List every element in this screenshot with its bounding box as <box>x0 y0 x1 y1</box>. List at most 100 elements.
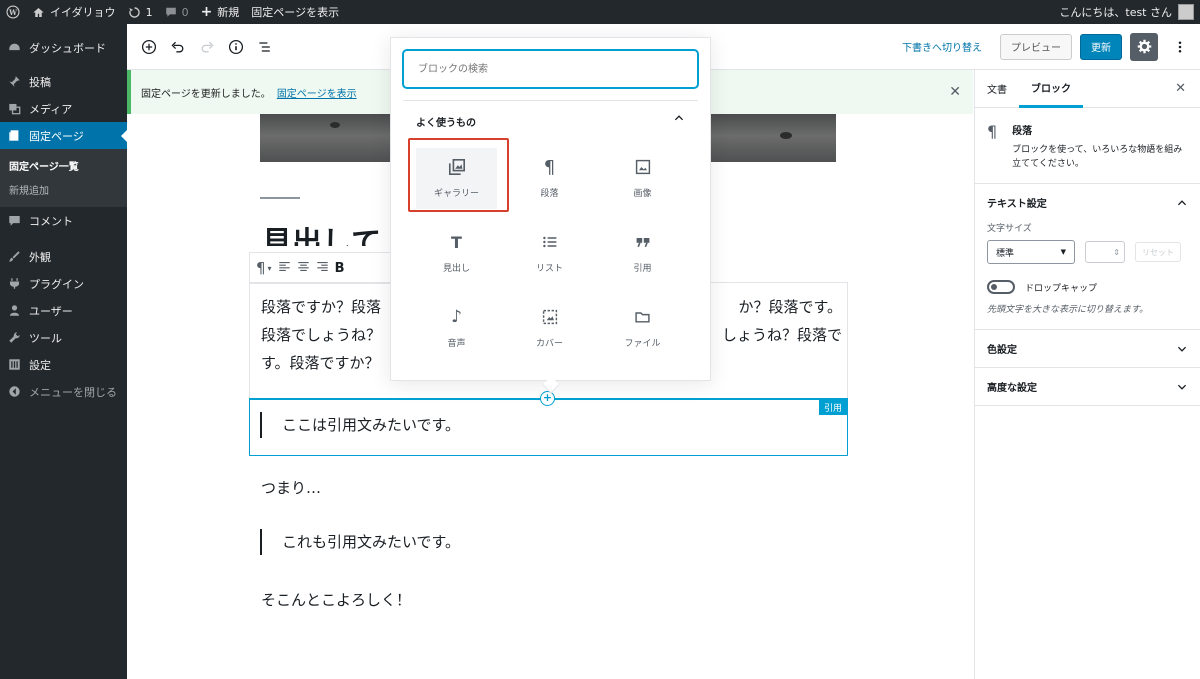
block-audio[interactable]: ♪ 音声 <box>410 290 503 365</box>
block-cover[interactable]: カバー <box>503 290 596 365</box>
sidebar-item-tools[interactable]: ツール <box>0 324 127 351</box>
block-list[interactable]: リスト <box>503 215 596 290</box>
chevron-up-icon[interactable] <box>673 112 685 127</box>
paragraph-line: か？段落です。 <box>738 298 842 316</box>
quote-block-2[interactable]: これも引用文みたいです。 <box>260 529 460 555</box>
sidebar-item-users[interactable]: ユーザー <box>0 297 127 324</box>
content-info-button[interactable] <box>222 33 250 61</box>
close-icon[interactable]: ✕ <box>1175 81 1186 96</box>
undo-button[interactable] <box>164 33 192 61</box>
notice-view-page-link[interactable]: 固定ページを表示 <box>277 85 357 100</box>
reset-button[interactable]: リセット <box>1135 242 1181 262</box>
sidebar-item-pages[interactable]: 固定ページ <box>0 122 127 149</box>
sidebar-item-appearance[interactable]: 外観 <box>0 243 127 270</box>
my-account[interactable]: こんにちは、test さん <box>1059 4 1200 20</box>
sidebar-item-settings[interactable]: 設定 <box>0 351 127 378</box>
block-file[interactable]: ファイル <box>596 290 689 365</box>
submenu-add-new[interactable]: 新規追加 <box>0 177 127 201</box>
sidebar-item-dashboard[interactable]: ダッシュボード <box>0 34 127 61</box>
comments-link[interactable]: 0 <box>159 0 195 24</box>
block-label: 画像 <box>633 189 652 199</box>
user-icon <box>7 304 21 318</box>
greeting: こんにちは、test さん <box>1059 6 1172 19</box>
paragraph-block-2[interactable]: つまり… <box>261 477 321 498</box>
block-inserter-popover: よく使うもの ギャラリー ¶ 段落 画像 T 見出し リスト 引用 ♪ <box>390 37 711 394</box>
block-type-label: 引用 <box>818 400 847 415</box>
chevron-up-icon <box>1177 199 1187 205</box>
info-icon <box>228 39 244 54</box>
gear-icon <box>1137 39 1151 54</box>
add-circle-icon <box>141 39 157 54</box>
add-block-button[interactable] <box>135 33 163 61</box>
align-center-icon[interactable] <box>297 260 310 277</box>
text-settings-panel: テキスト設定 文字サイズ 標準 ▼ ⇕ リセット ドロップキャップ 先頭文字を大… <box>975 184 1200 330</box>
undo-icon <box>171 41 184 52</box>
tab-document[interactable]: 文書 <box>975 70 1019 108</box>
view-page-link[interactable]: 固定ページを表示 <box>245 0 345 24</box>
align-left-icon[interactable] <box>278 260 291 277</box>
font-size-value: 標準 <box>996 248 1015 259</box>
block-image[interactable]: 画像 <box>596 140 689 215</box>
align-right-icon[interactable] <box>316 260 329 277</box>
new-label: 新規 <box>217 6 240 19</box>
brush-icon <box>7 250 21 264</box>
more-options-button[interactable] <box>1166 33 1194 61</box>
sidebar-item-posts[interactable]: 投稿 <box>0 68 127 95</box>
settings-icon <box>7 358 21 372</box>
settings-sidebar: 文書 ブロック ✕ ¶ 段落 ブロックを使って、いろいろな物語を組み立ててくださ… <box>974 70 1200 679</box>
block-quote[interactable]: 引用 <box>596 215 689 290</box>
quote-block[interactable]: ここは引用文みたいです。 引用 <box>249 400 848 456</box>
new-content-link[interactable]: + 新規 <box>195 0 246 24</box>
admin-sidebar: ダッシュボード 投稿 メディア 固定ページ 固定ページ一覧 新規追加 コメント … <box>0 24 127 679</box>
switch-to-draft-link[interactable]: 下書きへ切り替え <box>902 39 982 54</box>
redo-button[interactable] <box>193 33 221 61</box>
color-settings-panel[interactable]: 色設定 <box>975 330 1200 368</box>
cover-icon <box>542 306 558 328</box>
separator-block[interactable] <box>260 197 300 199</box>
list-icon <box>542 231 558 253</box>
sidebar-item-comments[interactable]: コメント <box>0 207 127 234</box>
sidebar-item-media[interactable]: メディア <box>0 95 127 122</box>
block-search-input[interactable] <box>403 50 698 88</box>
block-label: 引用 <box>633 264 652 274</box>
wrench-icon <box>7 331 21 345</box>
preview-button[interactable]: プレビュー <box>1000 33 1072 60</box>
wordpress-logo[interactable]: W <box>0 0 26 24</box>
refresh-icon <box>128 6 140 18</box>
plugin-icon <box>7 277 21 291</box>
paragraph-switcher-icon[interactable]: ¶ <box>256 259 266 277</box>
block-navigation-button[interactable] <box>251 33 279 61</box>
insert-block-plus-icon[interactable]: + <box>540 391 555 406</box>
tab-block[interactable]: ブロック <box>1019 70 1083 108</box>
text-settings-toggle[interactable]: テキスト設定 <box>975 184 1200 221</box>
submenu-all-pages[interactable]: 固定ページ一覧 <box>0 153 127 177</box>
sidebar-item-label: ユーザー <box>29 304 73 318</box>
drop-cap-toggle[interactable] <box>987 280 1015 294</box>
chevron-down-icon[interactable]: ▾ <box>268 264 272 273</box>
sibling-inserter: + <box>249 391 848 406</box>
wordpress-icon: W <box>6 5 20 19</box>
bold-icon[interactable]: B <box>335 261 345 276</box>
updates-link[interactable]: 1 <box>122 0 159 24</box>
comments-count: 0 <box>181 5 189 19</box>
custom-font-size-input[interactable]: ⇕ <box>1085 241 1125 263</box>
advanced-settings-panel[interactable]: 高度な設定 <box>975 368 1200 406</box>
block-paragraph[interactable]: ¶ 段落 <box>503 140 596 215</box>
collapse-menu-button[interactable]: メニューを閉じる <box>0 378 127 405</box>
comment-icon <box>165 7 176 17</box>
block-heading[interactable]: T 見出し <box>410 215 503 290</box>
settings-toggle-button[interactable] <box>1130 32 1158 61</box>
sidebar-item-plugins[interactable]: プラグイン <box>0 270 127 297</box>
close-icon[interactable]: ✕ <box>949 84 961 100</box>
block-gallery[interactable]: ギャラリー <box>416 148 497 209</box>
paragraph-block-3[interactable]: そこんとこよろしく！ <box>261 589 411 610</box>
site-name-link[interactable]: イイダリョウ <box>26 0 122 24</box>
category-title: よく使うもの <box>416 118 476 129</box>
heading-block[interactable]: 見出して <box>262 218 381 246</box>
list-view-icon <box>259 41 270 52</box>
redo-icon <box>201 41 214 52</box>
font-size-select[interactable]: 標準 ▼ <box>987 240 1075 264</box>
update-button[interactable]: 更新 <box>1080 33 1122 60</box>
home-icon <box>33 7 44 17</box>
panel-title: テキスト設定 <box>987 199 1047 210</box>
